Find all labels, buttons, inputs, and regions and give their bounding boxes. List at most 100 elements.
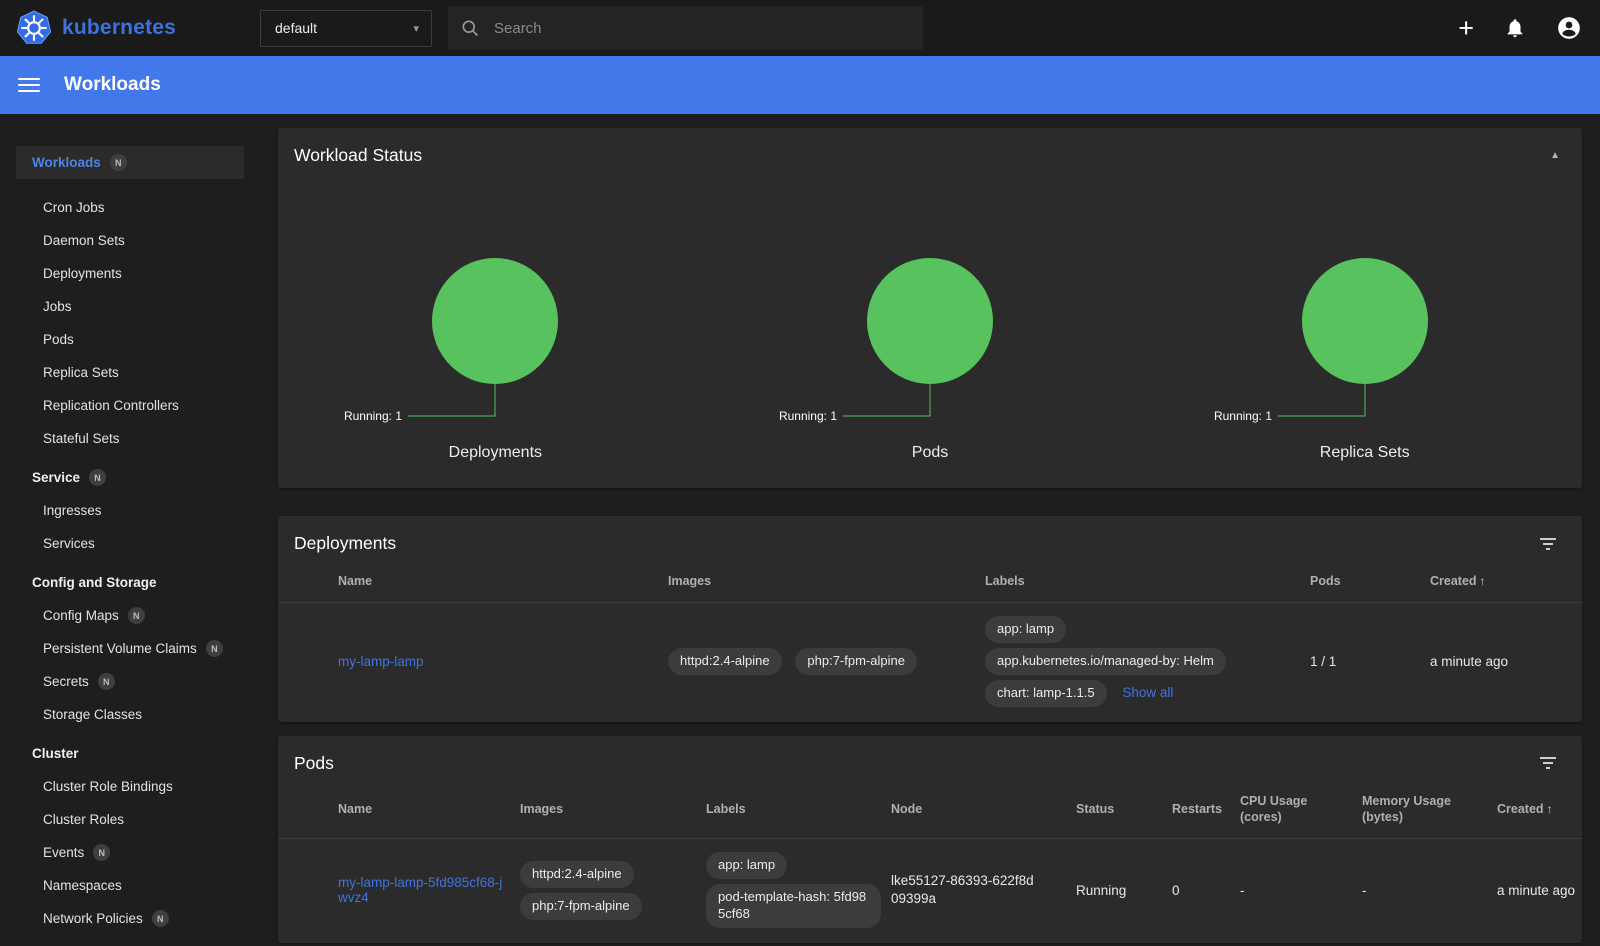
workload-status-charts: Running: 1 Deployments Running: 1 Pods (278, 179, 1582, 488)
new-badge: N (206, 640, 223, 657)
sidebar-item-deployments[interactable]: Deployments (0, 257, 260, 290)
sidebar-item-label: Cluster Roles (43, 812, 124, 827)
column-header-name[interactable]: Name (338, 573, 668, 590)
chart-caption: Replica Sets (1320, 444, 1410, 462)
sidebar-item-config-maps[interactable]: Config Maps N (0, 599, 260, 632)
sidebar-item-replica-sets[interactable]: Replica Sets (0, 356, 260, 389)
search-box[interactable] (448, 6, 923, 50)
created-time[interactable]: a minute ago (1497, 883, 1575, 898)
labels-cell: app: lamp app.kubernetes.io/managed-by: … (985, 611, 1310, 712)
pod-name-link[interactable]: my-lamp-lamp-5fd985cf68-jwvz4 (338, 875, 503, 905)
image-chip: php:7-fpm-alpine (795, 648, 917, 675)
sidebar-item-label: Cron Jobs (43, 200, 105, 215)
column-header-memory-usage[interactable]: Memory Usage (bytes) (1362, 793, 1497, 827)
sidebar-item-label: Pods (43, 332, 74, 347)
chart-pods: Running: 1 Pods (713, 183, 1148, 462)
sidebar-item-secrets[interactable]: Secrets N (0, 665, 260, 698)
column-header-created[interactable]: Created↑ (1497, 801, 1582, 818)
chevron-down-icon: ▾ (413, 22, 419, 35)
image-chip: php:7-fpm-alpine (520, 893, 642, 920)
column-header-restarts[interactable]: Restarts (1172, 801, 1240, 818)
sidebar-item-label: Cluster Role Bindings (43, 779, 173, 794)
page-title: Workloads (64, 74, 161, 96)
sidebar-item-cluster-roles[interactable]: Cluster Roles (0, 803, 260, 836)
sidebar-item-replication-controllers[interactable]: Replication Controllers (0, 389, 260, 422)
column-header-status[interactable]: Status (1076, 801, 1172, 818)
column-header-node[interactable]: Node (891, 801, 1076, 818)
namespace-selector[interactable]: default ▾ (260, 10, 432, 47)
column-header-images[interactable]: Images (668, 573, 985, 590)
deployment-name-link[interactable]: my-lamp-lamp (338, 654, 424, 669)
menu-hamburger-icon[interactable] (18, 74, 40, 96)
filter-icon[interactable] (1536, 534, 1560, 554)
sidebar-item-label: Config Maps (43, 608, 119, 623)
create-resource-button[interactable]: + (1458, 15, 1474, 42)
column-header-name[interactable]: Name (338, 801, 520, 818)
sidebar-item-label: Persistent Volume Claims (43, 641, 197, 656)
sidebar-item-service[interactable]: Service N (0, 461, 260, 494)
chart-caption: Pods (912, 444, 948, 462)
sidebar-item-cluster[interactable]: Cluster (0, 737, 260, 770)
new-badge: N (128, 607, 145, 624)
sidebar-item-namespaces[interactable]: Namespaces (0, 869, 260, 902)
user-account-icon[interactable] (1556, 15, 1582, 41)
filter-icon[interactable] (1536, 753, 1560, 773)
pod-row[interactable]: my-lamp-lamp-5fd985cf68-jwvz4 httpd:2.4-… (278, 839, 1582, 943)
pie-chart-deployments[interactable]: Running: 1 (278, 183, 712, 428)
sidebar-item-cron-jobs[interactable]: Cron Jobs (0, 191, 260, 224)
column-header-labels[interactable]: Labels (706, 801, 891, 818)
sidebar-item-events[interactable]: Events N (0, 836, 260, 869)
sidebar-item-ingresses[interactable]: Ingresses (0, 494, 260, 527)
deployments-card-title: Deployments (294, 533, 396, 554)
sidebar-item-label: Workloads (32, 155, 101, 170)
namespace-selected-value: default (275, 20, 317, 36)
show-all-labels-link[interactable]: Show all (1122, 685, 1173, 700)
sidebar-item-daemon-sets[interactable]: Daemon Sets (0, 224, 260, 257)
new-badge: N (93, 844, 110, 861)
sidebar-item-services[interactable]: Services (0, 527, 260, 560)
pie-chart-pods[interactable]: Running: 1 (713, 183, 1147, 428)
sidebar-item-stateful-sets[interactable]: Stateful Sets (0, 422, 260, 455)
sidebar-item-label: Namespaces (43, 878, 122, 893)
app-bar: Workloads (0, 56, 1600, 114)
sidebar-item-label: Daemon Sets (43, 233, 125, 248)
sidebar-item-jobs[interactable]: Jobs (0, 290, 260, 323)
brand[interactable]: kubernetes (0, 10, 260, 46)
sidebar-item-network-policies[interactable]: Network Policies N (0, 902, 260, 935)
column-header-pods[interactable]: Pods (1310, 573, 1430, 590)
column-header-cpu-usage[interactable]: CPU Usage (cores) (1240, 793, 1362, 827)
chart-annotation: Running: 1 (1214, 409, 1272, 423)
created-time[interactable]: a minute ago (1430, 654, 1508, 669)
collapse-card-icon[interactable]: ▲ (1550, 150, 1560, 161)
image-chip: httpd:2.4-alpine (520, 861, 634, 888)
pie-chart-replica-sets[interactable]: Running: 1 (1148, 183, 1582, 428)
node-name: lke55127-86393-622f8d09399a (891, 872, 1041, 908)
column-header-created[interactable]: Created↑ (1430, 573, 1582, 590)
new-badge: N (89, 469, 106, 486)
search-icon (460, 18, 480, 38)
deployments-table-header: Name Images Labels Pods Created↑ (278, 567, 1582, 603)
sidebar-item-workloads[interactable]: Workloads N (16, 146, 244, 179)
sidebar-item-label: Cluster (32, 746, 79, 761)
label-chip: chart: lamp-1.1.5 (985, 680, 1107, 707)
sidebar-item-persistent-volume-claims[interactable]: Persistent Volume Claims N (0, 632, 260, 665)
sidebar-item-label: Replica Sets (43, 365, 119, 380)
sidebar-item-label: Services (43, 536, 95, 551)
column-header-labels[interactable]: Labels (985, 573, 1310, 590)
deployment-row[interactable]: my-lamp-lamp httpd:2.4-alpine php:7-fpm-… (278, 603, 1582, 722)
workload-status-title: Workload Status (294, 145, 422, 166)
workload-status-card: Workload Status ▲ Running: 1 Deployments (278, 128, 1582, 488)
sidebar-item-cluster-role-bindings[interactable]: Cluster Role Bindings (0, 770, 260, 803)
sidebar-item-label: Jobs (43, 299, 72, 314)
chart-deployments: Running: 1 Deployments (278, 183, 713, 462)
search-input[interactable] (494, 20, 911, 37)
sidebar-item-config-and-storage[interactable]: Config and Storage (0, 566, 260, 599)
new-badge: N (152, 910, 169, 927)
notifications-bell-icon[interactable] (1504, 17, 1526, 39)
new-badge: N (110, 154, 127, 171)
label-chip: pod-template-hash: 5fd985cf68 (706, 884, 881, 928)
sidebar-item-pods[interactable]: Pods (0, 323, 260, 356)
pods-count: 1 / 1 (1310, 654, 1430, 669)
sidebar-item-storage-classes[interactable]: Storage Classes (0, 698, 260, 731)
column-header-images[interactable]: Images (520, 801, 706, 818)
